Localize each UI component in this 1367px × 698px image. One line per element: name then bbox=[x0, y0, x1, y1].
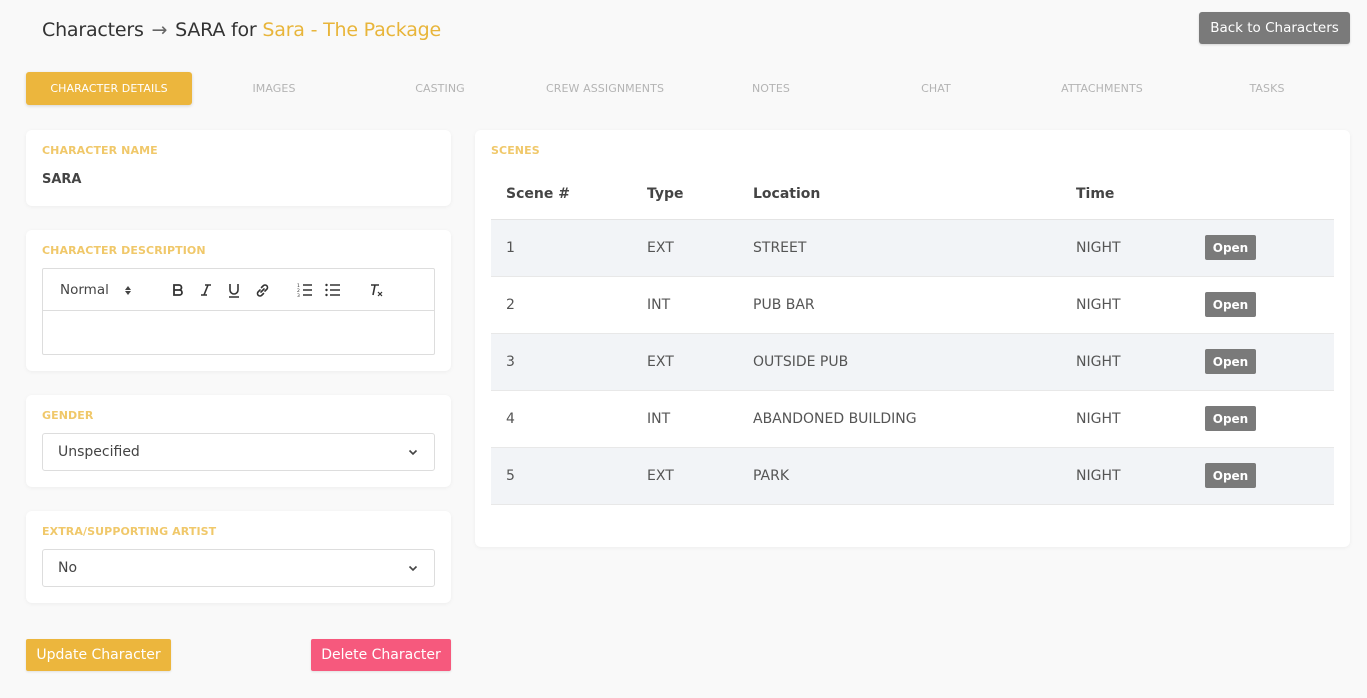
scene-number: 5 bbox=[491, 447, 632, 505]
updown-icon bbox=[124, 285, 131, 295]
scene-number: 2 bbox=[491, 276, 632, 334]
for-text: for bbox=[231, 19, 257, 41]
table-header-row: Scene # Type Location Time bbox=[491, 176, 1334, 220]
link-icon[interactable] bbox=[252, 280, 272, 300]
bullet-list-icon[interactable] bbox=[323, 280, 343, 300]
bold-icon[interactable] bbox=[168, 280, 188, 300]
scenes-label: SCENES bbox=[491, 144, 540, 157]
page-title: Characters → SARA for Sara - The Package bbox=[42, 19, 441, 41]
table-row: 2 INT PUB BAR NIGHT Open bbox=[491, 276, 1334, 334]
scene-actions: Open bbox=[1190, 276, 1334, 334]
scene-number: 3 bbox=[491, 333, 632, 391]
format-select[interactable]: Normal bbox=[60, 282, 131, 298]
scene-time: NIGHT bbox=[1061, 447, 1190, 505]
rich-text-editor: Normal 123 bbox=[42, 268, 435, 355]
tab-character-details[interactable]: CHARACTER DETAILS bbox=[26, 72, 192, 105]
scene-number: 1 bbox=[491, 219, 632, 277]
scene-actions: Open bbox=[1190, 333, 1334, 391]
scene-location: OUTSIDE PUB bbox=[738, 333, 1061, 391]
gender-label: GENDER bbox=[42, 409, 94, 422]
character-name-value: SARA bbox=[42, 172, 82, 187]
breadcrumb-arrow: → bbox=[151, 19, 168, 41]
editor-toolbar: Normal 123 bbox=[43, 269, 434, 311]
scenes-table: Scene # Type Location Time 1 EXT STREET … bbox=[491, 176, 1334, 505]
chevron-down-icon bbox=[408, 565, 418, 572]
scene-actions: Open bbox=[1190, 219, 1334, 277]
gender-card: GENDER Unspecified bbox=[26, 395, 451, 487]
scene-location: ABANDONED BUILDING bbox=[738, 390, 1061, 448]
column-header-actions bbox=[1190, 176, 1334, 220]
scene-actions: Open bbox=[1190, 390, 1334, 448]
gender-select[interactable]: Unspecified bbox=[42, 433, 435, 471]
scene-number: 4 bbox=[491, 390, 632, 448]
scene-type: EXT bbox=[632, 219, 738, 277]
tab-chat[interactable]: CHAT bbox=[853, 72, 1019, 105]
column-header-scene: Scene # bbox=[491, 176, 632, 220]
column-header-type: Type bbox=[632, 176, 738, 220]
column-header-location: Location bbox=[738, 176, 1061, 220]
character-name-label: CHARACTER NAME bbox=[42, 144, 158, 157]
extra-artist-select[interactable]: No bbox=[42, 549, 435, 587]
back-to-characters-button[interactable]: Back to Characters bbox=[1199, 12, 1350, 44]
tab-crew-assignments[interactable]: CREW ASSIGNMENTS bbox=[522, 72, 688, 105]
character-name-card: CHARACTER NAME SARA bbox=[26, 130, 451, 206]
table-row: 3 EXT OUTSIDE PUB NIGHT Open bbox=[491, 333, 1334, 391]
clear-format-icon[interactable] bbox=[366, 280, 386, 300]
column-header-time: Time bbox=[1061, 176, 1190, 220]
extra-artist-card: EXTRA/SUPPORTING ARTIST No bbox=[26, 511, 451, 603]
open-scene-button[interactable]: Open bbox=[1205, 292, 1256, 317]
ordered-list-icon[interactable]: 123 bbox=[295, 280, 315, 300]
character-description-card: CHARACTER DESCRIPTION Normal 123 bbox=[26, 230, 451, 371]
open-scene-button[interactable]: Open bbox=[1205, 235, 1256, 260]
project-name: Sara - The Package bbox=[262, 19, 442, 41]
breadcrumb-root[interactable]: Characters bbox=[42, 19, 144, 41]
open-scene-button[interactable]: Open bbox=[1205, 406, 1256, 431]
tab-notes[interactable]: NOTES bbox=[688, 72, 854, 105]
open-scene-button[interactable]: Open bbox=[1205, 349, 1256, 374]
tab-attachments[interactable]: ATTACHMENTS bbox=[1019, 72, 1185, 105]
tab-images[interactable]: IMAGES bbox=[191, 72, 357, 105]
scene-location: STREET bbox=[738, 219, 1061, 277]
gender-select-value: Unspecified bbox=[58, 444, 140, 460]
table-row: 4 INT ABANDONED BUILDING NIGHT Open bbox=[491, 390, 1334, 448]
tab-bar: CHARACTER DETAILS IMAGES CASTING CREW AS… bbox=[26, 72, 1350, 105]
scene-type: EXT bbox=[632, 447, 738, 505]
scene-location: PARK bbox=[738, 447, 1061, 505]
scene-type: INT bbox=[632, 276, 738, 334]
format-select-value: Normal bbox=[60, 282, 109, 298]
scene-location: PUB BAR bbox=[738, 276, 1061, 334]
character-description-label: CHARACTER DESCRIPTION bbox=[42, 244, 206, 257]
scene-time: NIGHT bbox=[1061, 390, 1190, 448]
open-scene-button[interactable]: Open bbox=[1205, 463, 1256, 488]
chevron-down-icon bbox=[408, 449, 418, 456]
scene-time: NIGHT bbox=[1061, 333, 1190, 391]
scene-type: INT bbox=[632, 390, 738, 448]
update-character-button[interactable]: Update Character bbox=[26, 639, 171, 671]
table-row: 5 EXT PARK NIGHT Open bbox=[491, 447, 1334, 505]
scene-time: NIGHT bbox=[1061, 219, 1190, 277]
underline-icon[interactable] bbox=[224, 280, 244, 300]
scene-actions: Open bbox=[1190, 447, 1334, 505]
svg-text:3: 3 bbox=[297, 293, 300, 297]
scene-type: EXT bbox=[632, 333, 738, 391]
italic-icon[interactable] bbox=[196, 280, 216, 300]
character-name-title: SARA bbox=[175, 19, 226, 41]
scenes-card: SCENES Scene # Type Location Time 1 EXT … bbox=[475, 130, 1350, 547]
delete-character-button[interactable]: Delete Character bbox=[311, 639, 451, 671]
scene-time: NIGHT bbox=[1061, 276, 1190, 334]
extra-artist-label: EXTRA/SUPPORTING ARTIST bbox=[42, 525, 217, 538]
tab-casting[interactable]: CASTING bbox=[357, 72, 523, 105]
table-row: 1 EXT STREET NIGHT Open bbox=[491, 219, 1334, 277]
extra-artist-select-value: No bbox=[58, 560, 78, 576]
tab-tasks[interactable]: TASKS bbox=[1184, 72, 1350, 105]
